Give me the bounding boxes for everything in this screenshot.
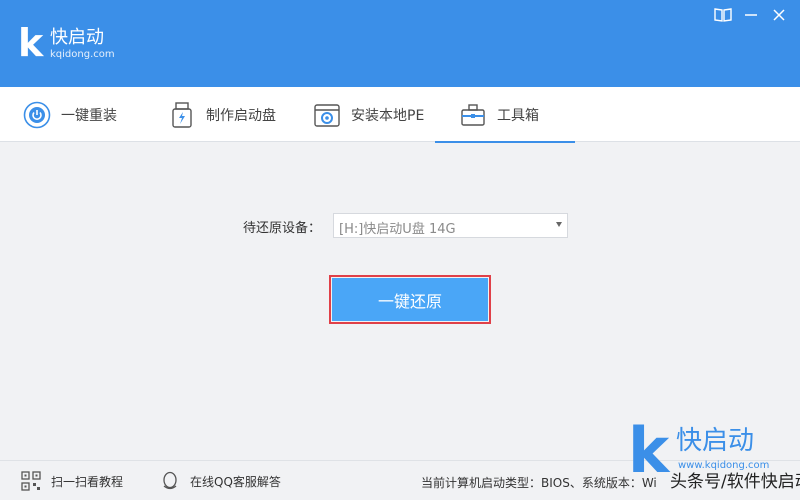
qq-support-label: 在线QQ客服解答 [190, 474, 281, 489]
qq-penguin-icon [160, 471, 180, 491]
one-click-restore-button[interactable]: 一键还原 [332, 278, 488, 321]
window-controls [714, 6, 788, 24]
watermark-letter: k [628, 414, 670, 487]
tab-make-boot-disk[interactable]: 制作启动盘 [168, 87, 276, 142]
device-select[interactable]: [H:]快启动U盘 14G [333, 213, 568, 238]
boot-type-status: 当前计算机启动类型：BIOS、系统版本：Wi [421, 476, 657, 490]
tab-bar: 一键重装 制作启动盘 安装本地PE 工具箱 [0, 87, 800, 143]
toolbox-icon [459, 101, 487, 129]
chevron-down-icon [556, 222, 562, 227]
watermark-url: www.kqidong.com [678, 460, 770, 471]
close-icon[interactable] [770, 6, 788, 24]
app-url: kqidong.com [50, 49, 115, 60]
scan-tutorial-label: 扫一扫看教程 [51, 474, 124, 489]
qr-code-icon [21, 471, 41, 491]
device-label: 待还原设备： [243, 221, 322, 236]
watermark-caption: 头条号/软件快启动 [670, 472, 800, 492]
tab-toolbox[interactable]: 工具箱 [435, 87, 575, 143]
book-icon[interactable] [714, 6, 732, 24]
watermark-name: 快启动 [676, 426, 755, 456]
minimize-icon[interactable] [742, 6, 760, 24]
tab-install-local-pe[interactable]: 安装本地PE [313, 87, 424, 142]
tab-label: 工具箱 [497, 107, 539, 124]
watermark: k 快启动 www.kqidong.com 头条号/软件快启动 [628, 420, 800, 500]
tab-label: 一键重装 [61, 107, 117, 124]
usb-drive-icon [168, 101, 196, 129]
tab-label: 制作启动盘 [206, 107, 276, 124]
device-select-value: [H:]快启动U盘 14G [339, 222, 456, 237]
power-icon [23, 101, 51, 129]
scan-tutorial-link[interactable]: 扫一扫看教程 [21, 471, 123, 491]
logo-letter: k [18, 21, 44, 65]
toolbox-panel: 待还原设备： [H:]快启动U盘 14G 一键还原 [0, 143, 800, 460]
qq-support-link[interactable]: 在线QQ客服解答 [160, 471, 281, 491]
title-bar: k 快启动 kqidong.com [0, 0, 800, 87]
pe-install-icon [313, 101, 341, 129]
tab-label: 安装本地PE [351, 107, 425, 124]
app-name: 快启动 [50, 27, 104, 48]
tab-one-click-reinstall[interactable]: 一键重装 [23, 87, 117, 142]
